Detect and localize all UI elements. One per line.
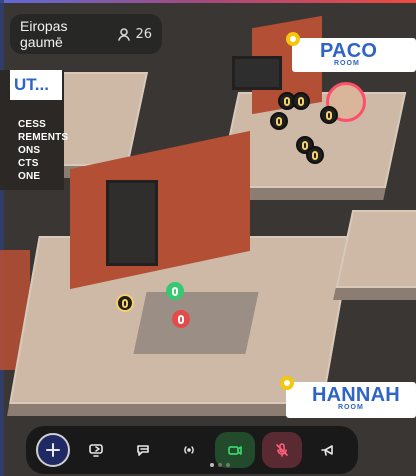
left-room-badge: UT...: [10, 70, 62, 100]
hannah-room-label[interactable]: HANNAH ROOM: [280, 376, 416, 418]
left-line-5: ONE: [18, 171, 41, 182]
paco-room-label[interactable]: PACO ROOM: [286, 32, 416, 72]
pagination-dot: [226, 463, 230, 467]
pagination-dot: [218, 463, 222, 467]
chat-button[interactable]: [123, 432, 163, 468]
mic-icon: [302, 140, 308, 150]
camera-icon: [226, 441, 244, 459]
mic-icon: [298, 96, 304, 106]
paco-label-text: PACO: [320, 40, 378, 62]
people-icon: [117, 27, 131, 41]
right-platform[interactable]: [335, 210, 416, 288]
main-avatar-red[interactable]: [172, 310, 190, 328]
mic-icon: [172, 286, 178, 296]
hannah-label-sub: ROOM: [338, 404, 364, 411]
mic-icon: [122, 298, 128, 308]
mic-icon: [178, 314, 184, 324]
left-room-lines: CESS REMENTS ONS CTS ONE: [18, 118, 68, 183]
window-top-accent: [0, 0, 416, 3]
mic-icon: [326, 110, 332, 120]
megaphone-button[interactable]: [308, 432, 348, 468]
pagination-dot: [210, 463, 214, 467]
location-pin-icon: [280, 376, 294, 390]
left-line-3: ONS: [18, 145, 41, 156]
share-screen-button[interactable]: [76, 432, 116, 468]
broadcast-icon: [180, 441, 198, 459]
paco-avatar-2[interactable]: [292, 92, 310, 110]
left-line-1: CESS: [18, 119, 47, 130]
mic-icon: [312, 150, 318, 160]
virtual-office-scene[interactable]: Eiropas gaumē 26 UT... CESS REMENTS ONS …: [0, 0, 416, 476]
chat-icon: [134, 441, 152, 459]
add-button[interactable]: [36, 433, 70, 467]
main-avatar-yellow[interactable]: [116, 294, 134, 312]
paco-avatar-4[interactable]: [320, 106, 338, 124]
bottom-toolbar: [26, 426, 358, 474]
toolbar-pagination: [210, 463, 230, 467]
megaphone-icon: [319, 441, 337, 459]
mic-toggle[interactable]: [261, 432, 302, 468]
room-title-pill[interactable]: Eiropas gaumē 26: [10, 14, 162, 54]
participants-number: 26: [135, 26, 152, 42]
mic-muted-icon: [273, 441, 291, 459]
share-screen-icon: [87, 441, 105, 459]
paco-room-window: [232, 56, 282, 90]
mic-icon: [276, 116, 282, 126]
broadcast-button[interactable]: [169, 432, 209, 468]
left-room-info: UT... CESS REMENTS ONS CTS ONE: [0, 70, 68, 190]
hannah-label-text: HANNAH: [312, 384, 400, 406]
participants-count[interactable]: 26: [117, 27, 152, 42]
left-line-2: REMENTS: [18, 132, 69, 143]
mic-icon: [284, 96, 290, 106]
location-pin-icon: [286, 32, 300, 46]
paco-avatar-3[interactable]: [270, 112, 288, 130]
main-avatar-green[interactable]: [166, 282, 184, 300]
main-room-window: [106, 180, 158, 266]
main-room-rug: [133, 292, 259, 354]
plus-icon: [45, 442, 61, 458]
room-title: Eiropas gaumē: [20, 18, 68, 50]
paco-label-sub: ROOM: [334, 60, 360, 67]
paco-avatar-6[interactable]: [306, 146, 324, 164]
left-line-4: CTS: [18, 158, 39, 169]
